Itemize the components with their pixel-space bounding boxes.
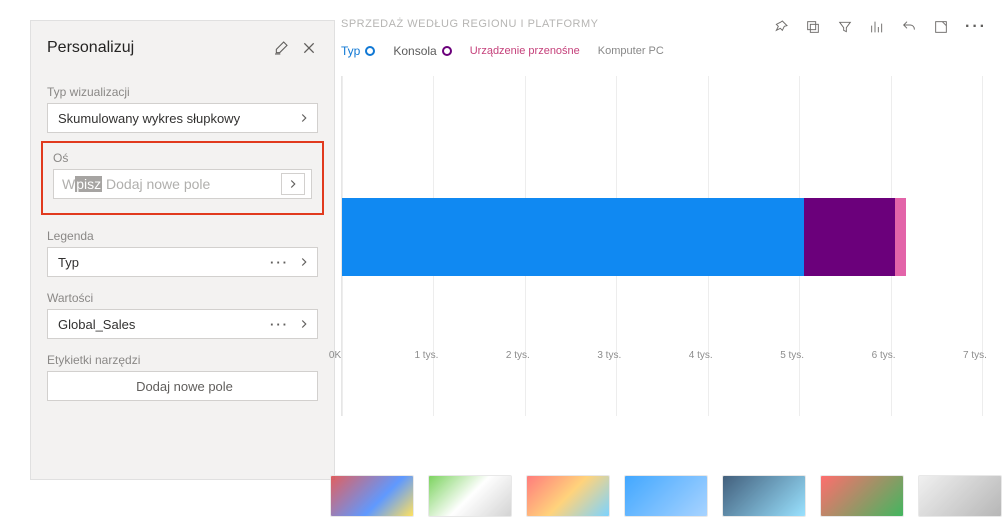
- thumbnail[interactable]: [722, 475, 806, 517]
- axis-field-input[interactable]: Wpisz Dodaj nowe pole: [53, 169, 312, 199]
- panel-title: Personalizuj: [47, 39, 134, 57]
- x-tick-label: 0K: [329, 350, 341, 361]
- values-field-value: Global_Sales: [58, 317, 135, 332]
- filter-icon[interactable]: [837, 19, 853, 35]
- values-section: Wartości Global_Sales ···: [47, 291, 318, 339]
- legend-field-value: Typ: [58, 255, 79, 270]
- thumbnail-strip: [330, 475, 1007, 519]
- chart-title: SPRZEDAŻ WEDŁUG REGIONU I PLATFORMY: [341, 18, 599, 30]
- viz-type-section: Typ wizualizacji Skumulowany wykres słup…: [47, 85, 318, 133]
- axis-placeholder-selected: pisz: [75, 176, 102, 192]
- stacked-bar: [342, 198, 906, 276]
- tooltips-add-field[interactable]: Dodaj nowe pole: [47, 371, 318, 401]
- axis-label: Oś: [53, 151, 312, 165]
- legend-item-label: Konsola: [393, 44, 436, 58]
- axis-placeholder-trailing: Dodaj nowe pole: [106, 176, 210, 192]
- axis-placeholder-leading: W: [62, 176, 75, 192]
- legend-marker-icon: [365, 46, 375, 56]
- chevron-right-icon: [297, 111, 311, 125]
- thumbnail[interactable]: [526, 475, 610, 517]
- legend-field-label: Legenda: [47, 229, 318, 243]
- legend-item-konsola[interactable]: Konsola: [393, 44, 451, 58]
- values-field-label: Wartości: [47, 291, 318, 305]
- bar-segment[interactable]: [804, 198, 895, 276]
- undo-icon[interactable]: [901, 19, 917, 35]
- chevron-right-icon: [286, 177, 300, 191]
- chevron-right-icon: [297, 317, 311, 331]
- values-field-select[interactable]: Global_Sales ···: [47, 309, 318, 339]
- x-tick-label: 2 tys.: [506, 350, 530, 361]
- tooltips-section: Etykietki narzędzi Dodaj nowe pole: [47, 353, 318, 401]
- chart-legend: Typ Konsola Urządzenie przenośne Kompute…: [341, 44, 987, 58]
- thumbnail[interactable]: [624, 475, 708, 517]
- legend-series-label: Typ: [341, 44, 360, 58]
- viz-type-label: Typ wizualizacji: [47, 85, 318, 99]
- legend-marker-icon: [442, 46, 452, 56]
- chart-visual: SPRZEDAŻ WEDŁUG REGIONU I PLATFORMY ··· …: [335, 0, 1007, 480]
- x-tick-label: 1 tys.: [414, 350, 438, 361]
- thumbnail[interactable]: [428, 475, 512, 517]
- legend-field-select[interactable]: Typ ···: [47, 247, 318, 277]
- legend-item-mobile[interactable]: Urządzenie przenośne: [470, 45, 580, 57]
- focus-icon[interactable]: [933, 19, 949, 35]
- x-tick-label: 6 tys.: [872, 350, 896, 361]
- legend-item-label: Urządzenie przenośne: [470, 45, 580, 57]
- bar-segment[interactable]: [342, 198, 804, 276]
- more-icon[interactable]: ···: [270, 317, 289, 332]
- bar-segment[interactable]: [895, 198, 906, 276]
- copy-icon[interactable]: [805, 19, 821, 35]
- viz-type-value: Skumulowany wykres słupkowy: [58, 111, 240, 126]
- erase-icon[interactable]: [272, 39, 290, 57]
- visual-toolbar: ···: [773, 18, 987, 36]
- x-tick-label: 7 tys.: [963, 350, 987, 361]
- more-icon[interactable]: ···: [270, 255, 289, 270]
- axis-section-highlight: Oś Wpisz Dodaj nowe pole: [41, 141, 324, 215]
- tooltips-label: Etykietki narzędzi: [47, 353, 318, 367]
- x-tick-label: 3 tys.: [597, 350, 621, 361]
- x-tick-label: 5 tys.: [780, 350, 804, 361]
- close-icon[interactable]: [300, 39, 318, 57]
- thumbnail[interactable]: [918, 475, 1002, 517]
- more-options-icon[interactable]: ···: [965, 18, 987, 36]
- axis-add-inner[interactable]: [281, 173, 305, 195]
- spotlight-icon[interactable]: [869, 19, 885, 35]
- viz-type-select[interactable]: Skumulowany wykres słupkowy: [47, 103, 318, 133]
- x-tick-label: 4 tys.: [689, 350, 713, 361]
- add-field-label: Dodaj nowe pole: [136, 379, 233, 394]
- chart-x-axis: 0K1 tys.2 tys.3 tys.4 tys.5 tys.6 tys.7 …: [335, 350, 1007, 370]
- personalize-panel: Personalizuj Typ wizualizacji Skumulowan…: [30, 20, 335, 480]
- legend-section: Legenda Typ ···: [47, 229, 318, 277]
- chevron-right-icon: [297, 255, 311, 269]
- legend-item-label: Komputer PC: [598, 45, 664, 57]
- thumbnail[interactable]: [330, 475, 414, 517]
- legend-item-pc[interactable]: Komputer PC: [598, 45, 664, 57]
- pin-icon[interactable]: [773, 19, 789, 35]
- thumbnail[interactable]: [820, 475, 904, 517]
